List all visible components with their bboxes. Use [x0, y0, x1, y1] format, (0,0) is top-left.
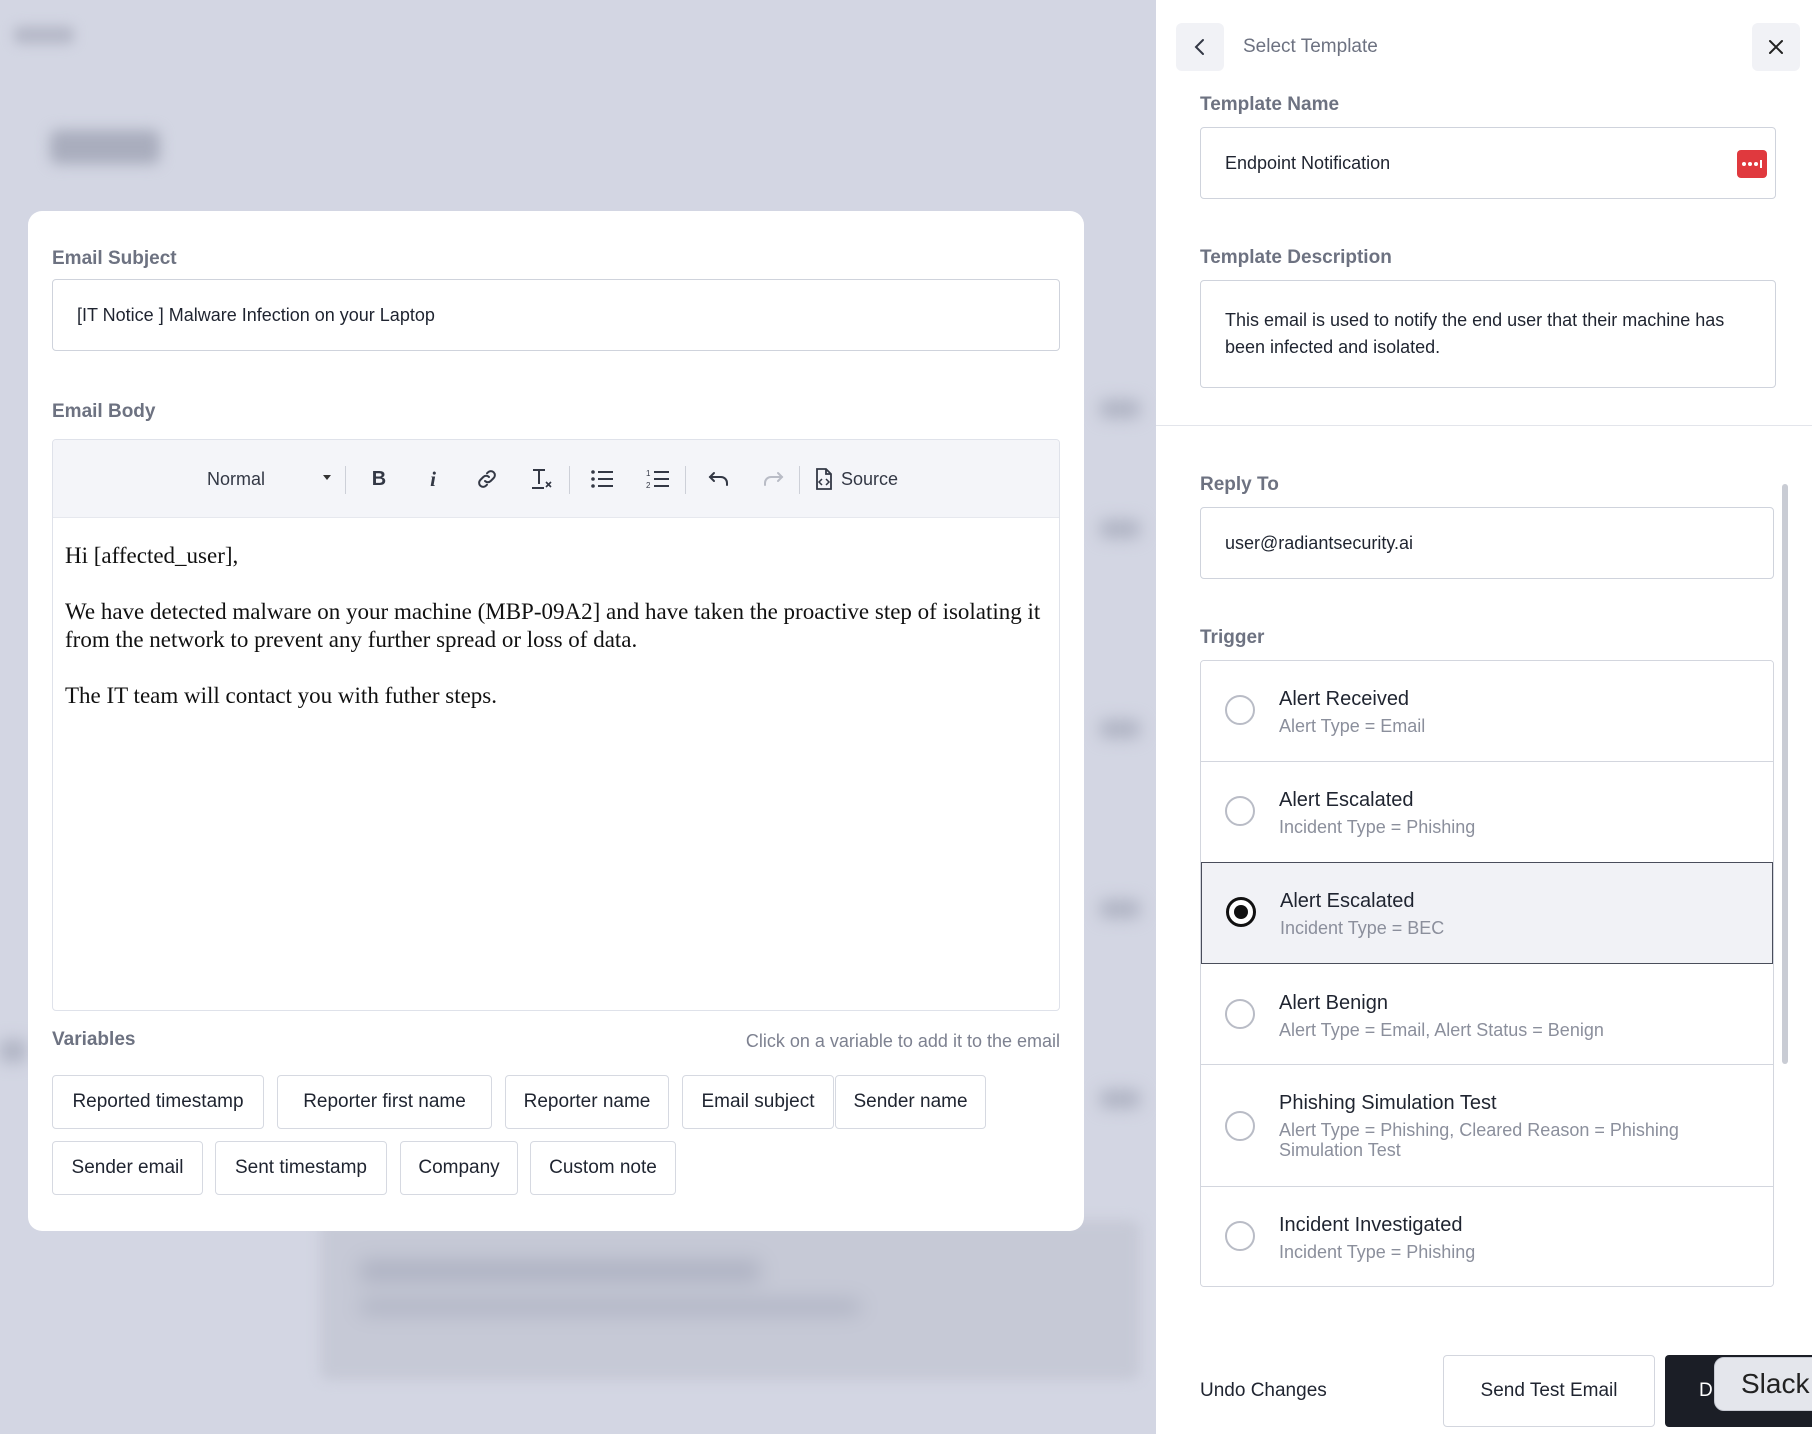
bold-icon[interactable]: B [353, 440, 405, 518]
blurred-page-title [50, 130, 160, 164]
trigger-subtitle: Incident Type = BEC [1280, 918, 1445, 938]
radio-button[interactable] [1225, 999, 1255, 1029]
clear-format-icon[interactable] [515, 440, 567, 518]
slack-tooltip: Slack [1714, 1357, 1812, 1411]
bullet-list-icon[interactable] [575, 440, 629, 518]
variable-chip[interactable]: Sender name [835, 1075, 986, 1129]
trigger-option-selected[interactable]: Alert Escalated Incident Type = BEC [1201, 862, 1773, 964]
variable-chip[interactable]: Reported timestamp [52, 1075, 264, 1129]
radio-button-checked[interactable] [1226, 897, 1256, 927]
blurred-logo [14, 26, 74, 44]
source-label: Source [841, 468, 899, 489]
undo-changes-button[interactable]: Undo Changes [1200, 1355, 1340, 1427]
variable-chip[interactable]: Reporter first name [277, 1075, 492, 1129]
close-icon [1769, 40, 1783, 54]
variable-chip[interactable]: Reporter name [505, 1075, 669, 1129]
caret-down-icon [323, 475, 331, 480]
trigger-option[interactable]: Alert Benign Alert Type = Email, Alert S… [1201, 964, 1773, 1065]
variables-hint: Click on a variable to add it to the ema… [745, 1031, 1060, 1051]
trigger-subtitle: Incident Type = Phishing [1279, 817, 1476, 837]
editor-toolbar: Normal B i 12 Source [53, 440, 1059, 518]
trigger-title: Alert Escalated [1280, 890, 1415, 912]
panel-title: Select Template [1243, 36, 1378, 57]
body-paragraph: Hi [affected_user], [65, 543, 239, 568]
variable-chip[interactable]: Sender email [52, 1141, 203, 1195]
email-subject-label: Email Subject [52, 248, 177, 269]
variable-chip[interactable]: Email subject [682, 1075, 834, 1129]
template-panel: Select Template Template Name Endpoint N… [1156, 0, 1812, 1434]
trigger-option[interactable]: Phishing Simulation Test Alert Type = Ph… [1201, 1065, 1773, 1187]
radio-button[interactable] [1225, 1111, 1255, 1141]
redo-icon[interactable] [747, 440, 799, 518]
trigger-subtitle: Alert Type = Email [1279, 716, 1426, 736]
format-select[interactable]: Normal [193, 440, 353, 518]
template-name-input[interactable]: Endpoint Notification [1200, 127, 1776, 199]
radio-button[interactable] [1225, 796, 1255, 826]
link-icon[interactable] [461, 440, 513, 518]
email-editor-card: Email Subject [IT Notice ] Malware Infec… [28, 211, 1084, 1231]
email-body-editor: Normal B i 12 Source Hi [affected_user],… [52, 439, 1060, 1011]
reply-to-input[interactable]: user@radiantsecurity.ai [1200, 507, 1774, 579]
trigger-option[interactable]: Alert Received Alert Type = Email [1201, 661, 1773, 762]
trigger-label: Trigger [1200, 627, 1265, 648]
source-button[interactable]: Source [813, 440, 913, 518]
variables-label: Variables [52, 1029, 136, 1050]
template-description-input[interactable]: This email is used to notify the end use… [1200, 280, 1776, 388]
numbered-list-icon[interactable]: 12 [631, 440, 685, 518]
blurred-card [320, 1220, 1140, 1380]
back-button[interactable] [1176, 23, 1224, 71]
radio-button[interactable] [1225, 695, 1255, 725]
email-subject-input[interactable]: [IT Notice ] Malware Infection on your L… [52, 279, 1060, 351]
format-select-value: Normal [207, 468, 266, 489]
chevron-left-icon [1194, 39, 1204, 55]
template-description-label: Template Description [1200, 247, 1392, 268]
trigger-title: Alert Escalated [1279, 789, 1414, 811]
trigger-title: Alert Received [1279, 688, 1410, 710]
email-body-content[interactable]: Hi [affected_user], We have detected mal… [53, 518, 1059, 1010]
panel-divider [1156, 425, 1812, 426]
variable-chip[interactable]: Sent timestamp [215, 1141, 387, 1195]
svg-text:1: 1 [646, 469, 651, 478]
trigger-title: Incident Investigated [1279, 1214, 1463, 1236]
trigger-option[interactable]: Incident Investigated Incident Type = Ph… [1201, 1187, 1773, 1286]
body-paragraph: The IT team will contact you with futher… [65, 683, 497, 708]
trigger-title: Phishing Simulation Test [1279, 1092, 1497, 1114]
password-manager-icon[interactable] [1737, 150, 1767, 178]
variable-chip[interactable]: Company [400, 1141, 518, 1195]
template-name-label: Template Name [1200, 94, 1340, 115]
send-test-email-button[interactable]: Send Test Email [1443, 1355, 1655, 1427]
undo-icon[interactable] [693, 440, 745, 518]
email-body-label: Email Body [52, 401, 156, 422]
panel-scrollbar[interactable] [1782, 484, 1788, 1064]
close-button[interactable] [1752, 23, 1800, 71]
trigger-subtitle: Alert Type = Phishing, Cleared Reason = … [1279, 1120, 1679, 1160]
radio-button[interactable] [1225, 1221, 1255, 1251]
body-paragraph: We have detected malware on your machine… [65, 599, 1041, 652]
svg-text:2: 2 [646, 481, 651, 490]
trigger-title: Alert Benign [1279, 992, 1388, 1014]
trigger-subtitle: Incident Type = Phishing [1279, 1242, 1476, 1262]
template-name-value: Endpoint Notification [1225, 152, 1391, 173]
trigger-list: Alert Received Alert Type = Email Alert … [1200, 660, 1774, 1287]
italic-icon[interactable]: i [407, 440, 459, 518]
trigger-subtitle: Alert Type = Email, Alert Status = Benig… [1279, 1020, 1604, 1040]
trigger-option[interactable]: Alert Escalated Incident Type = Phishing [1201, 762, 1773, 863]
source-file-icon [816, 468, 832, 490]
variable-chip[interactable]: Custom note [530, 1141, 676, 1195]
reply-to-label: Reply To [1200, 474, 1279, 495]
